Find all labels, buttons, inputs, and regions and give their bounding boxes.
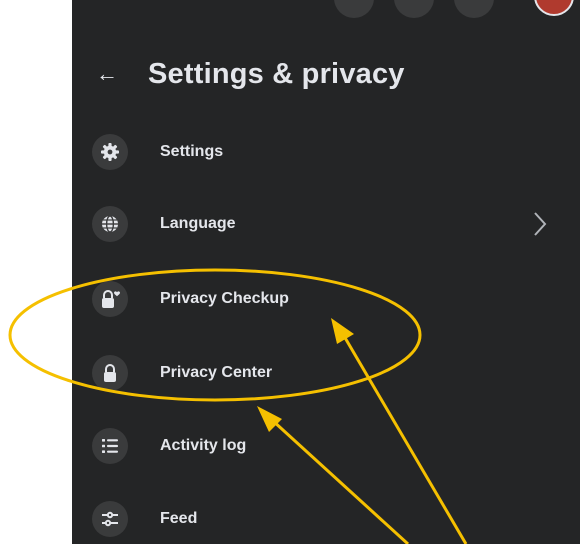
annotation-arrow (331, 318, 468, 544)
annotation-arrow (257, 406, 410, 544)
highlight-ellipse (8, 268, 422, 402)
annotation-overlay (8, 268, 468, 544)
